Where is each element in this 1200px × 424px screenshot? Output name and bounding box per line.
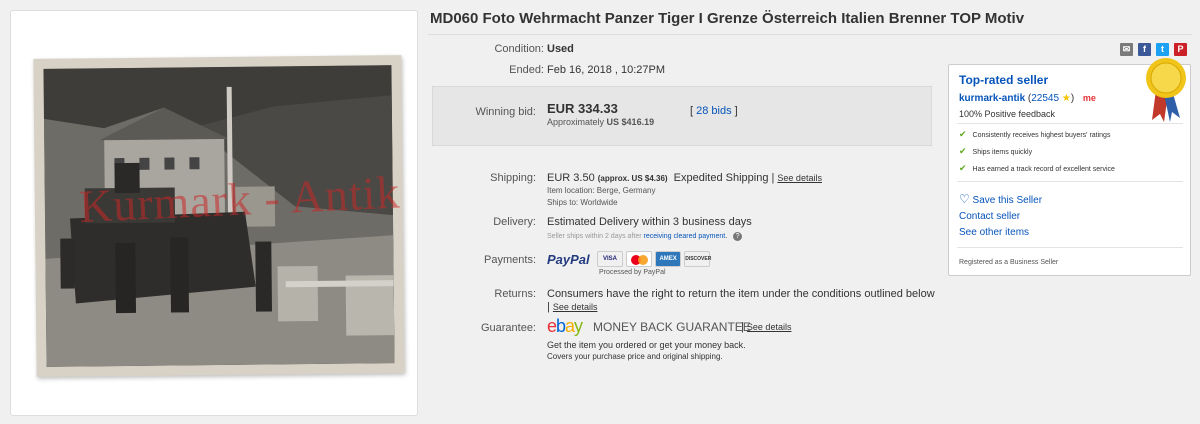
item-location: Item location: Berge, Germany bbox=[547, 186, 656, 195]
shipping-label: Shipping: bbox=[490, 172, 536, 184]
save-seller-link[interactable]: Save this Seller bbox=[973, 195, 1042, 206]
delivery-value: Estimated Delivery within 3 business day… bbox=[547, 216, 752, 228]
star-icon: ★ bbox=[1061, 93, 1071, 104]
guarantee-line2: Covers your purchase price and original … bbox=[547, 352, 723, 361]
seller-name-row: kurmark-antik (22545 ★) me bbox=[959, 93, 1096, 104]
feedback-score-link[interactable]: 22545 bbox=[1031, 93, 1059, 104]
feature-1: ✔ Consistently receives highest buyers' r… bbox=[959, 129, 1111, 139]
shipping-see-details-link[interactable]: See details bbox=[777, 173, 822, 183]
winning-bid-label: Winning bid: bbox=[475, 106, 536, 118]
item-title: MD060 Foto Wehrmacht Panzer Tiger I Gren… bbox=[430, 10, 1025, 27]
delivery-note-suffix: . bbox=[725, 233, 728, 240]
positive-feedback: 100% Positive feedback bbox=[959, 109, 1056, 119]
delivery-note: Seller ships within 2 days after receivi… bbox=[547, 232, 743, 241]
paypal-text: PayPal bbox=[547, 252, 590, 267]
help-icon[interactable]: ? bbox=[733, 232, 743, 241]
winning-bid-approx: Approximately US $416.19 bbox=[547, 117, 654, 127]
processed-by: Processed by PayPal bbox=[599, 269, 666, 276]
guarantee-details: | See details bbox=[741, 321, 792, 333]
mastercard-icon: MC bbox=[626, 251, 653, 267]
condition-label: Condition: bbox=[494, 43, 544, 55]
shipping-approx: (approx. US $4.36) bbox=[597, 174, 668, 183]
returns-see-details-link[interactable]: See details bbox=[553, 302, 598, 312]
check-icon: ✔ bbox=[959, 146, 967, 156]
shipping-method: Expedited Shipping bbox=[673, 172, 769, 184]
seller-divider-2 bbox=[957, 181, 1183, 182]
bids-link[interactable]: 28 bids bbox=[696, 105, 731, 117]
item-photo-panel[interactable]: Kurmark - Antik bbox=[10, 10, 418, 416]
feature-2: ✔ Ships items quickly bbox=[959, 146, 1033, 156]
approx-prefix: Approximately bbox=[547, 117, 605, 127]
ended-label: Ended: bbox=[509, 64, 544, 76]
cleared-payment-link[interactable]: receiving cleared payment bbox=[644, 233, 726, 240]
card-logos: VISA MC AMEX DISCOVER bbox=[597, 251, 711, 267]
returns-details: | See details bbox=[547, 301, 598, 313]
guarantee-label: Guarantee: bbox=[480, 322, 536, 334]
item-photo[interactable]: Kurmark - Antik bbox=[33, 55, 405, 377]
winning-bid-price: EUR 334.33 bbox=[547, 101, 618, 116]
title-divider bbox=[428, 34, 1192, 35]
visa-icon: VISA bbox=[597, 251, 623, 267]
shipping-price: EUR 3.50 bbox=[547, 172, 595, 184]
delivery-label: Delivery: bbox=[493, 216, 536, 228]
returns-value: Consumers have the right to return the i… bbox=[547, 288, 935, 300]
payments-label: Payments: bbox=[484, 254, 536, 266]
shipping-line: EUR 3.50 (approx. US $4.36) Expedited Sh… bbox=[547, 172, 822, 184]
top-rated-seller-heading: Top-rated seller bbox=[959, 73, 1049, 87]
heart-icon[interactable]: ♡ bbox=[959, 192, 970, 206]
money-back-guarantee: MONEY BACK GUARANTEE bbox=[593, 320, 751, 334]
feature-3: ✔ Has earned a track record of excellent … bbox=[959, 163, 1115, 173]
paypal-logo: PayPal bbox=[547, 252, 590, 267]
ebay-logo: ebayebay bbox=[547, 316, 583, 336]
save-seller-row[interactable]: ♡ Save this Seller bbox=[959, 192, 1042, 206]
see-other-items-link[interactable]: See other items bbox=[959, 227, 1029, 238]
contact-seller-link[interactable]: Contact seller bbox=[959, 211, 1020, 222]
approx-value: US $416.19 bbox=[606, 117, 655, 127]
email-share-icon[interactable]: ✉ bbox=[1120, 43, 1133, 56]
guarantee-see-details-link[interactable]: See details bbox=[747, 322, 792, 332]
check-icon: ✔ bbox=[959, 163, 967, 173]
me-icon[interactable]: me bbox=[1083, 93, 1096, 103]
delivery-note-prefix: Seller ships within 2 days after bbox=[547, 233, 642, 240]
top-rated-badge-icon bbox=[1146, 58, 1186, 122]
bids-count[interactable]: [ 28 bids ] bbox=[690, 105, 738, 117]
seller-name-link[interactable]: kurmark-antik bbox=[959, 93, 1025, 104]
condition-value: Used bbox=[547, 43, 574, 55]
discover-icon: DISCOVER bbox=[684, 251, 711, 267]
ships-to: Ships to: Worldwide bbox=[547, 198, 618, 207]
returns-label: Returns: bbox=[494, 288, 536, 300]
check-icon: ✔ bbox=[959, 129, 967, 139]
registered-business-seller: Registered as a Business Seller bbox=[959, 259, 1059, 266]
guarantee-line1: Get the item you ordered or get your mon… bbox=[547, 340, 746, 350]
ended-value: Feb 16, 2018 , 10:27PM bbox=[547, 64, 666, 76]
seller-divider-3 bbox=[957, 247, 1183, 248]
amex-icon: AMEX bbox=[655, 251, 682, 267]
